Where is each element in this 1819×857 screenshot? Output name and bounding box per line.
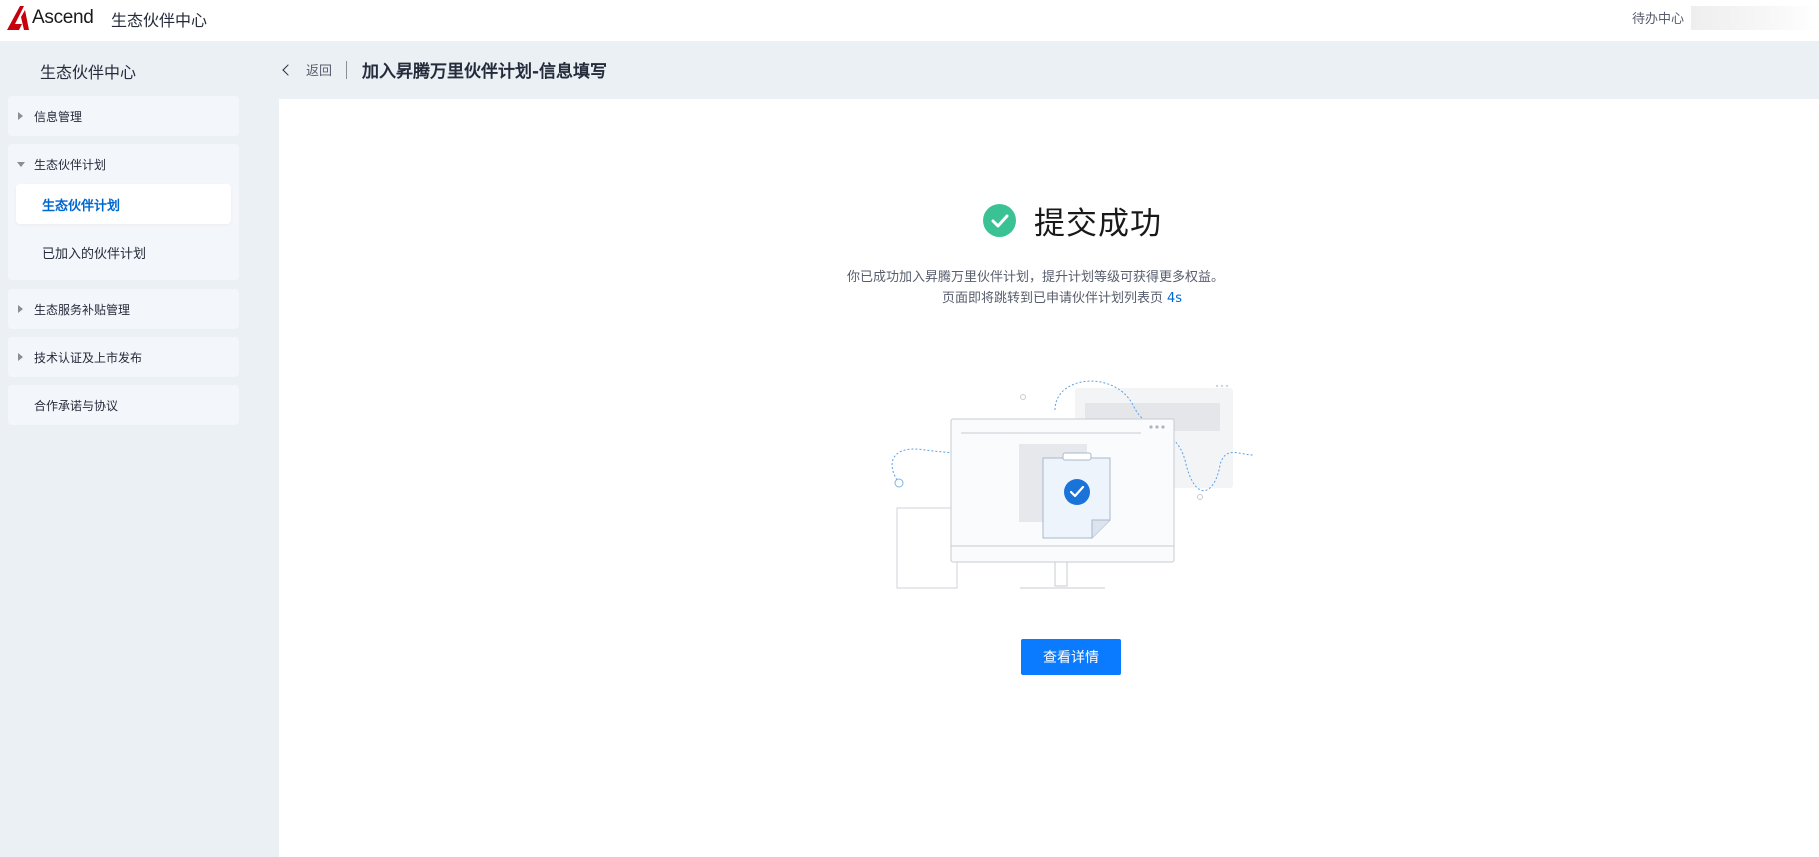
todo-center-link[interactable]: 待办中心 <box>1632 8 1684 27</box>
nav-group-service-subsidy: 生态服务补贴管理 <box>8 289 239 329</box>
success-message: 你已成功加入昇腾万里伙伴计划，提升计划等级可获得更多权益。 <box>846 270 1224 285</box>
nav-item-label: 生态伙伴计划 <box>34 157 107 172</box>
logo-text: Ascend <box>32 7 94 28</box>
page-title: 加入昇腾万里伙伴计划-信息填写 <box>362 62 608 82</box>
header-divider <box>346 61 347 79</box>
success-heading: 提交成功 <box>983 198 1162 243</box>
nav-subitem-partner-program[interactable]: 生态伙伴计划 <box>16 184 231 224</box>
caret-right-icon <box>18 305 23 313</box>
ascend-logo-icon <box>7 6 29 30</box>
back-button[interactable]: 返回 <box>281 60 332 79</box>
success-title: 提交成功 <box>1034 206 1162 242</box>
page-header: 返回 加入昇腾万里伙伴计划-信息填写 <box>279 41 1819 99</box>
nav-item-agreements[interactable]: 合作承诺与协议 <box>8 385 239 425</box>
redirect-notice: 页面即将跳转到已申请伙伴计划列表页 4s <box>942 287 1182 306</box>
nav-group-agreements: 合作承诺与协议 <box>8 385 239 425</box>
nav-item-label: 生态服务补贴管理 <box>34 302 131 317</box>
nav-item-partner-program[interactable]: 生态伙伴计划 <box>8 144 239 184</box>
caret-right-icon <box>18 112 23 120</box>
nav-group-info-management: 信息管理 <box>8 96 239 136</box>
countdown: 4s <box>1167 291 1183 306</box>
caret-right-icon <box>18 353 23 361</box>
nav-item-tech-certification[interactable]: 技术认证及上市发布 <box>8 337 239 377</box>
nav-item-label: 技术认证及上市发布 <box>34 350 143 365</box>
top-bar: Ascend 生态伙伴中心 待办中心 <box>0 0 1819 41</box>
nav-group-tech-certification: 技术认证及上市发布 <box>8 337 239 377</box>
caret-down-icon <box>17 162 25 167</box>
sidebar-title: 生态伙伴中心 <box>40 63 137 82</box>
nav-item-info-management[interactable]: 信息管理 <box>8 96 239 136</box>
view-details-button[interactable]: 查看详情 <box>1021 639 1121 675</box>
ascend-logo[interactable]: Ascend <box>6 4 94 32</box>
nav-item-label: 合作承诺与协议 <box>34 398 119 413</box>
submission-illustration <box>891 380 1254 589</box>
nav-item-label: 信息管理 <box>34 109 83 124</box>
app-title: 生态伙伴中心 <box>111 11 208 30</box>
user-account-blurred[interactable] <box>1691 6 1819 30</box>
back-label: 返回 <box>306 64 333 79</box>
chevron-left-icon <box>282 63 294 76</box>
nav-group-partner-program: 生态伙伴计划 生态伙伴计划 已加入的伙伴计划 <box>8 144 239 280</box>
nav-item-service-subsidy[interactable]: 生态服务补贴管理 <box>8 289 239 329</box>
sidebar: 生态伙伴中心 信息管理 生态伙伴计划 生态伙伴计划 已加入的伙伴计划 生态服务补… <box>0 41 279 857</box>
success-check-icon <box>983 204 1016 237</box>
redirect-text: 页面即将跳转到已申请伙伴计划列表页 <box>942 291 1164 306</box>
